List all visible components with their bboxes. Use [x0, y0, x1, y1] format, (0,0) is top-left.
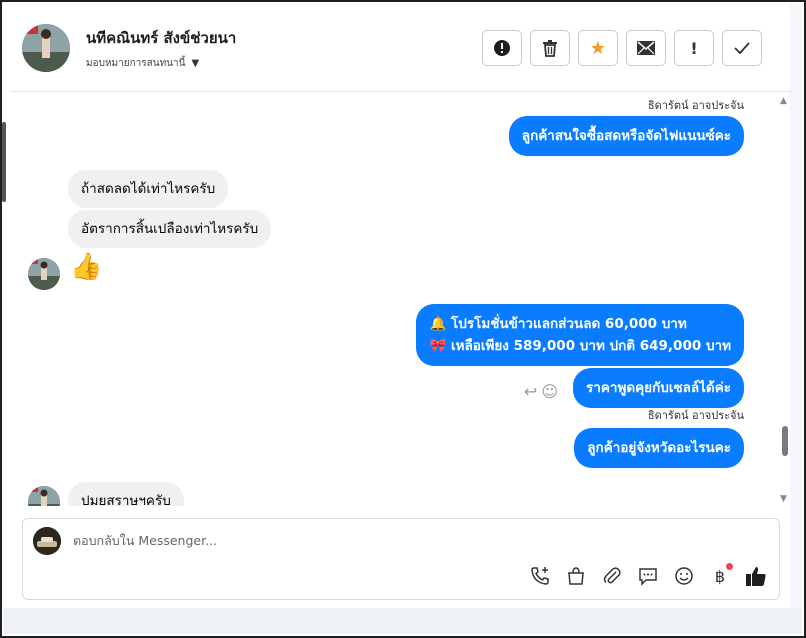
outgoing-message[interactable]: ลูกค้าสนใจซื้อสดหรือจัดไฟแนนซ์คะ — [508, 116, 744, 156]
star-icon: ★ — [589, 37, 607, 59]
call-add-icon[interactable] — [529, 565, 551, 587]
reply-icon[interactable]: ↩ — [524, 382, 537, 401]
info-icon — [494, 40, 510, 56]
contact-name: นทีคณินทร์ สังข์ช่วยนา — [86, 29, 237, 47]
info-button[interactable] — [482, 30, 522, 66]
sender-name: ธิดารัตน์ อาจประจัน — [647, 409, 744, 422]
message-hover-tools: ↩ ☺ — [524, 382, 558, 401]
contact-avatar-small[interactable] — [28, 486, 60, 506]
paperclip-icon[interactable] — [601, 565, 623, 587]
assign-label: มอบหมายการสนทนานี้ — [86, 58, 186, 69]
message-list[interactable]: ธิดารัตน์ อาจประจัน ลูกค้าสนใจซื้อสดหรือ… — [10, 92, 780, 506]
composer-tools: ฿ — [529, 563, 767, 587]
conversation-header: นทีคณินทร์ สังข์ช่วยนา มอบหมายการสนทนานี… — [10, 6, 792, 92]
mark-done-button[interactable] — [722, 30, 762, 66]
emoji-icon[interactable] — [673, 565, 695, 587]
outgoing-message[interactable]: ลูกค้าอยู่จังหวัดอะไรนคะ — [574, 428, 744, 468]
star-button[interactable]: ★ — [578, 30, 618, 66]
promo-line-1: 🔔 โปรโมชั่นข้าวแลกส่วนลด 60,000 บาท — [429, 316, 687, 332]
window-footer — [4, 608, 802, 634]
incoming-message[interactable]: ถ้าสดลดได้เท่าไหรครับ — [68, 170, 229, 208]
notification-dot — [726, 563, 733, 570]
caret-down-icon: ▼ — [191, 58, 200, 69]
sender-name: ธิดารัตน์ อาจประจัน — [647, 99, 744, 112]
outgoing-message-promo[interactable]: 🔔 โปรโมชั่นข้าวแลกส่วนลด 60,000 บาท 🎀 เห… — [416, 304, 744, 366]
thumbs-up-icon[interactable] — [745, 565, 767, 587]
trash-icon — [543, 40, 557, 57]
incoming-message[interactable]: อัตราการสิ้นเปลืองเท่าไหรครับ — [68, 210, 272, 248]
incoming-message[interactable]: ปมยสราษฯครับ — [68, 482, 184, 506]
scroll-up-icon[interactable]: ▲ — [780, 96, 787, 106]
reply-composer: ฿ — [22, 518, 780, 600]
follow-up-button[interactable]: ! — [674, 30, 714, 66]
scrollbar-thumb[interactable] — [782, 426, 788, 456]
message-scrollbar[interactable]: ▲ ▼ — [778, 92, 792, 506]
outgoing-message[interactable]: ราคาพูดคุยกับเซลล์ได้ค่ะ — [573, 368, 744, 408]
check-icon — [734, 42, 750, 54]
chat-icon[interactable] — [637, 565, 659, 587]
resize-handle[interactable] — [2, 122, 6, 202]
delete-button[interactable] — [530, 30, 570, 66]
mark-unread-button[interactable] — [626, 30, 666, 66]
thumbs-up-message[interactable]: 👍 — [70, 252, 102, 282]
exclamation-icon: ! — [690, 38, 698, 58]
shop-bag-icon[interactable] — [565, 565, 587, 587]
app-window: นทีคณินทร์ สังข์ช่วยนา มอบหมายการสนทนานี… — [0, 0, 806, 638]
mail-icon — [637, 41, 655, 55]
page-avatar — [33, 527, 61, 555]
assign-conversation-dropdown[interactable]: มอบหมายการสนทนานี้ ▼ — [86, 56, 199, 71]
reply-input[interactable] — [73, 533, 753, 548]
react-emoji-icon[interactable]: ☺ — [541, 382, 558, 401]
scroll-down-icon[interactable]: ▼ — [780, 494, 787, 504]
header-actions: ★ ! — [482, 30, 762, 66]
baht-icon[interactable]: ฿ — [709, 563, 733, 587]
promo-line-2: 🎀 เหลือเพียง 589,000 บาท ปกติ 649,000 บา… — [429, 338, 731, 354]
contact-avatar[interactable] — [22, 24, 70, 72]
contact-avatar-small[interactable] — [28, 258, 60, 290]
